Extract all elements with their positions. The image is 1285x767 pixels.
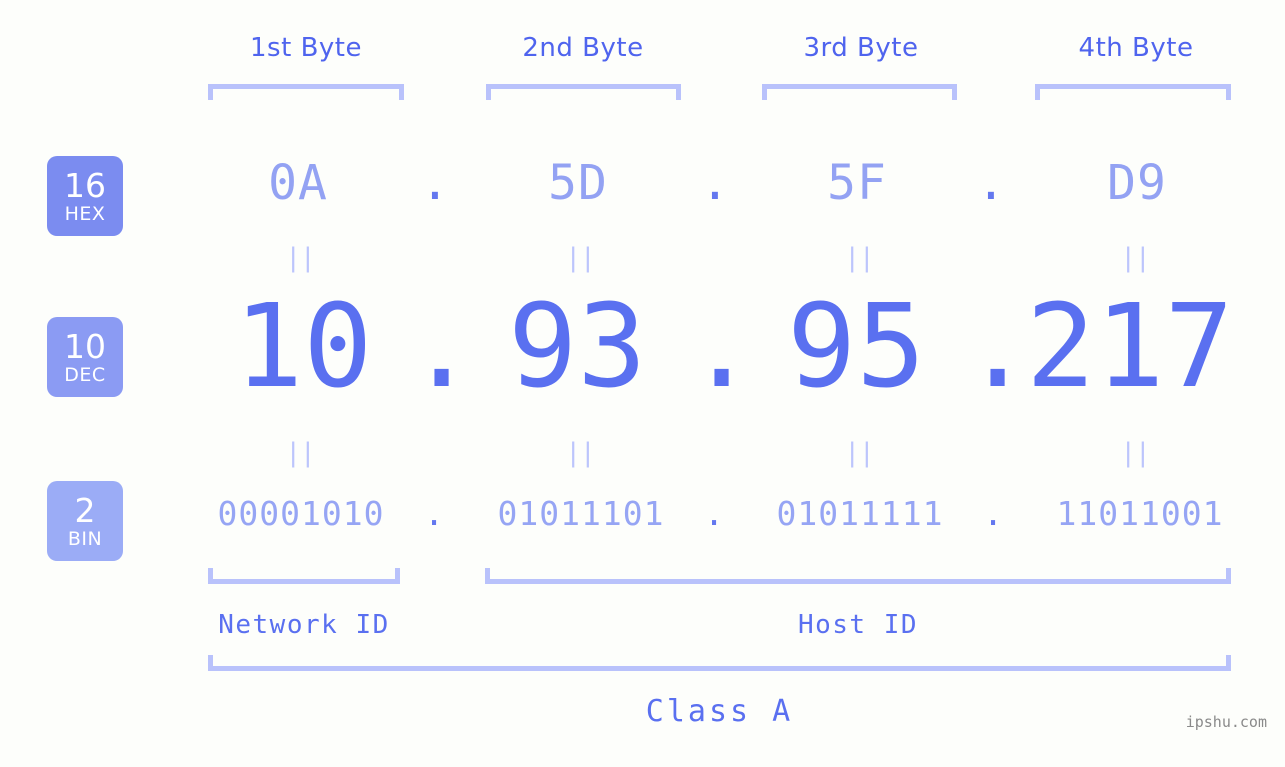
host-id-label: Host ID xyxy=(797,610,919,640)
base-badge-bin: 2 BIN xyxy=(47,481,123,561)
equality-mark-decbin-2: || xyxy=(565,438,595,468)
class-bracket xyxy=(208,655,1231,671)
equality-mark-decbin-3: || xyxy=(844,438,874,468)
dec-separator-1: . xyxy=(407,280,477,414)
bin-separator-3: . xyxy=(983,494,1003,533)
base-badge-hex: 16 HEX xyxy=(47,156,123,236)
dec-separator-3: . xyxy=(963,280,1033,414)
bin-octet-2: 01011101 xyxy=(497,494,665,533)
bin-separator-1: . xyxy=(424,494,444,533)
byte-label-2: 2nd Byte xyxy=(522,33,644,63)
bin-octet-3: 01011111 xyxy=(776,494,944,533)
hex-octet-1: 0A xyxy=(268,155,328,211)
base-badge-bin-number: 2 xyxy=(74,490,96,530)
byte-bracket-4 xyxy=(1035,84,1231,100)
ip-address-breakdown-diagram: 1st Byte 2nd Byte 3rd Byte 4th Byte 16 H… xyxy=(0,0,1285,767)
host-id-bracket xyxy=(485,568,1231,584)
hex-octet-4: D9 xyxy=(1107,155,1167,211)
equality-mark-hexdec-1: || xyxy=(285,243,315,273)
dec-separator-2: . xyxy=(687,280,757,414)
network-id-label: Network ID xyxy=(218,610,390,640)
equality-mark-decbin-1: || xyxy=(285,438,315,468)
bin-separator-2: . xyxy=(704,494,724,533)
equality-mark-hexdec-3: || xyxy=(844,243,874,273)
network-id-bracket xyxy=(208,568,400,584)
byte-bracket-1 xyxy=(208,84,404,100)
site-watermark: ipshu.com xyxy=(1185,713,1267,731)
base-badge-bin-name: BIN xyxy=(67,527,103,550)
byte-label-3: 3rd Byte xyxy=(803,33,919,63)
base-badge-dec-name: DEC xyxy=(64,363,106,386)
byte-label-4: 4th Byte xyxy=(1078,33,1194,63)
hex-separator-3: . xyxy=(976,155,1006,211)
byte-bracket-2 xyxy=(486,84,681,100)
dec-octet-2: 93 xyxy=(508,280,647,414)
hex-octet-3: 5F xyxy=(827,155,887,211)
dec-octet-1: 10 xyxy=(234,280,373,414)
byte-bracket-3 xyxy=(762,84,957,100)
base-badge-hex-name: HEX xyxy=(64,202,106,225)
bin-octet-1: 00001010 xyxy=(217,494,385,533)
equality-mark-hexdec-4: || xyxy=(1120,243,1150,273)
equality-mark-hexdec-2: || xyxy=(565,243,595,273)
hex-octet-2: 5D xyxy=(548,155,608,211)
base-badge-dec: 10 DEC xyxy=(47,317,123,397)
dec-octet-3: 95 xyxy=(787,280,926,414)
equality-mark-decbin-4: || xyxy=(1120,438,1150,468)
class-label: Class A xyxy=(645,694,794,729)
dec-octet-4: 217 xyxy=(1026,280,1234,414)
base-badge-dec-number: 10 xyxy=(64,326,106,366)
base-badge-hex-number: 16 xyxy=(64,165,106,205)
byte-label-1: 1st Byte xyxy=(250,33,362,63)
bin-octet-4: 11011001 xyxy=(1056,494,1224,533)
